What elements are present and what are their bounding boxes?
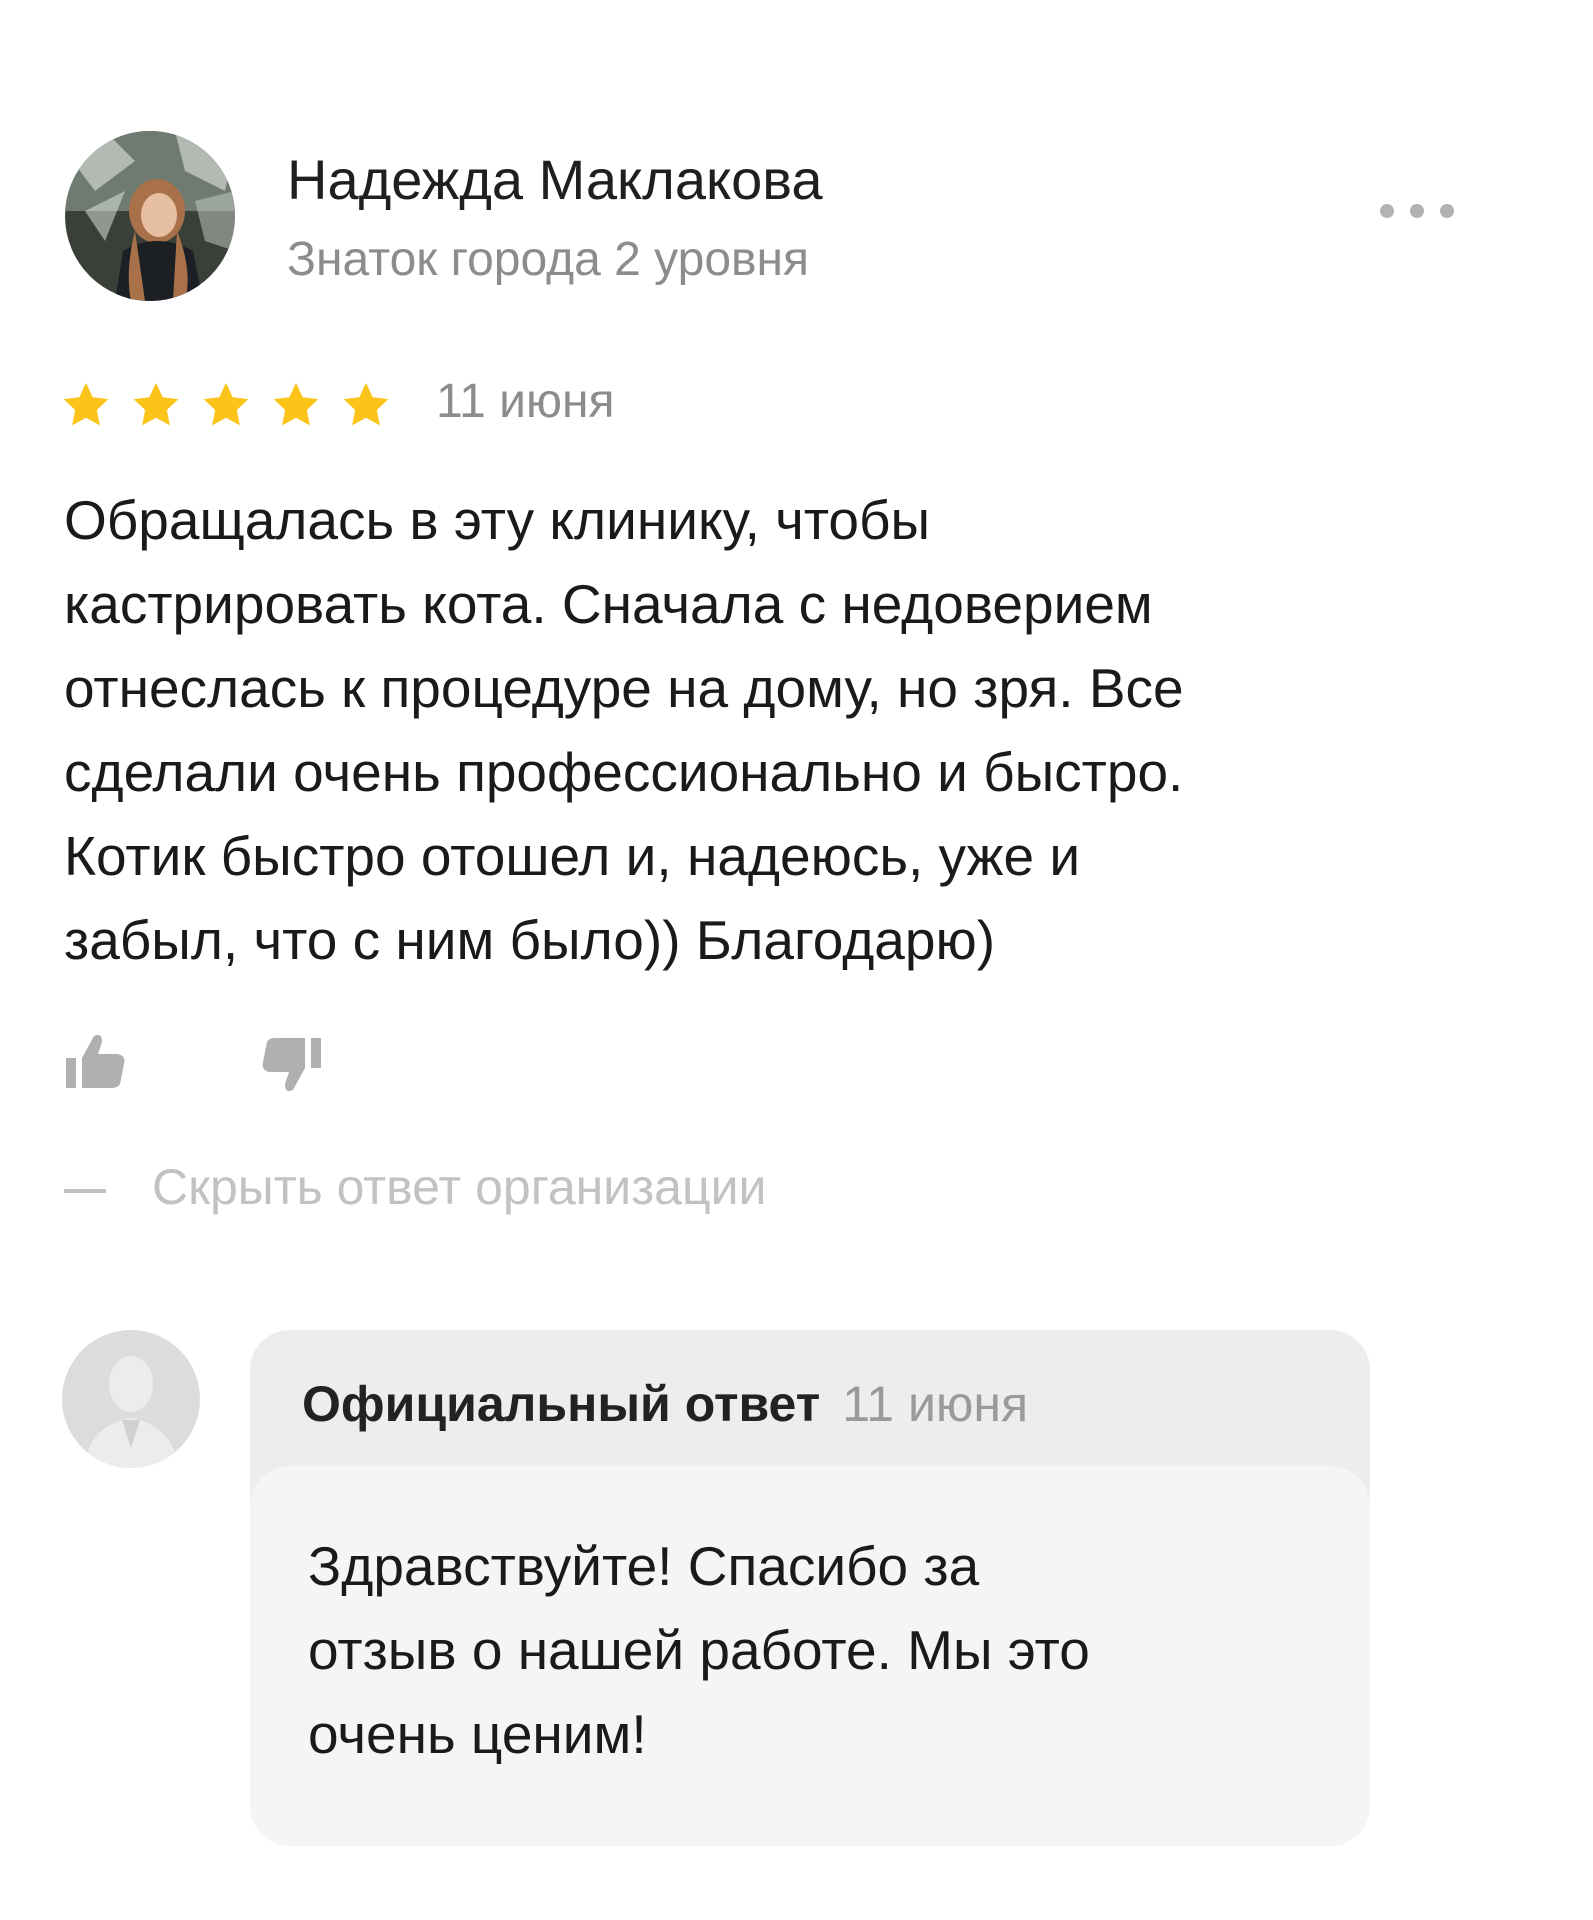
review-text-line: забыл, что с ним было)) Благодарю) xyxy=(64,909,996,971)
review-text-line: Обращалась в эту клинику, чтобы xyxy=(64,489,931,551)
review-date: 11 июня xyxy=(436,375,615,428)
author-avatar[interactable] xyxy=(65,131,235,301)
more-dots-icon xyxy=(1380,204,1394,218)
dash-icon xyxy=(64,1188,106,1193)
thumbs-down-icon xyxy=(262,1038,321,1092)
star-icon xyxy=(200,379,252,431)
author-name[interactable]: Надежда Маклакова xyxy=(287,146,823,214)
dislike-button[interactable] xyxy=(255,1028,325,1098)
organization-avatar-placeholder xyxy=(62,1330,200,1468)
review-text: Обращалась в эту клинику, чтобы кастриро… xyxy=(64,478,1494,982)
official-response-line: Здравствуйте! Спасибо за xyxy=(308,1535,980,1597)
review-text-line: отнеслась к процедуре на дому, но зря. В… xyxy=(64,657,1184,719)
more-options-button[interactable] xyxy=(1380,196,1464,226)
official-response-line: отзыв о нашей работе. Мы это xyxy=(308,1619,1090,1681)
more-dots-icon xyxy=(1440,204,1454,218)
official-response-date: 11 июня xyxy=(842,1376,1029,1432)
official-response-header: Официальный ответ 11 июня xyxy=(302,1370,1028,1451)
hide-organization-response-link[interactable]: Скрыть ответ организации xyxy=(64,1156,766,1218)
star-icon xyxy=(60,379,112,431)
like-button[interactable] xyxy=(62,1028,132,1098)
review-text-line: Котик быстро отошел и, надеюсь, уже и xyxy=(64,825,1081,887)
official-response-text: Здравствуйте! Спасибо за отзыв о нашей р… xyxy=(308,1524,1328,1776)
star-icon xyxy=(270,379,322,431)
thumbs-up-icon xyxy=(66,1034,125,1088)
review-text-line: сделали очень профессионально и быстро. xyxy=(64,741,1184,803)
official-response-body: Здравствуйте! Спасибо за отзыв о нашей р… xyxy=(250,1466,1370,1846)
rating-stars xyxy=(60,375,410,435)
star-icon xyxy=(340,379,392,431)
star-icon xyxy=(130,379,182,431)
user-photo-avatar xyxy=(65,131,235,301)
review-text-line: кастрировать кота. Сначала с недоверием xyxy=(64,573,1153,635)
author-level: Знаток города 2 уровня xyxy=(287,233,810,286)
official-response: Официальный ответ 11 июня Здравствуйте! С… xyxy=(250,1330,1370,1846)
official-response-title: Официальный ответ xyxy=(302,1376,821,1432)
organization-avatar xyxy=(62,1330,200,1468)
more-dots-icon xyxy=(1410,204,1424,218)
hide-response-label: Скрыть ответ организации xyxy=(152,1159,767,1215)
official-response-line: очень ценим! xyxy=(308,1703,647,1765)
review-card: Надежда Маклакова Знаток города 2 уровня… xyxy=(0,0,1593,1920)
